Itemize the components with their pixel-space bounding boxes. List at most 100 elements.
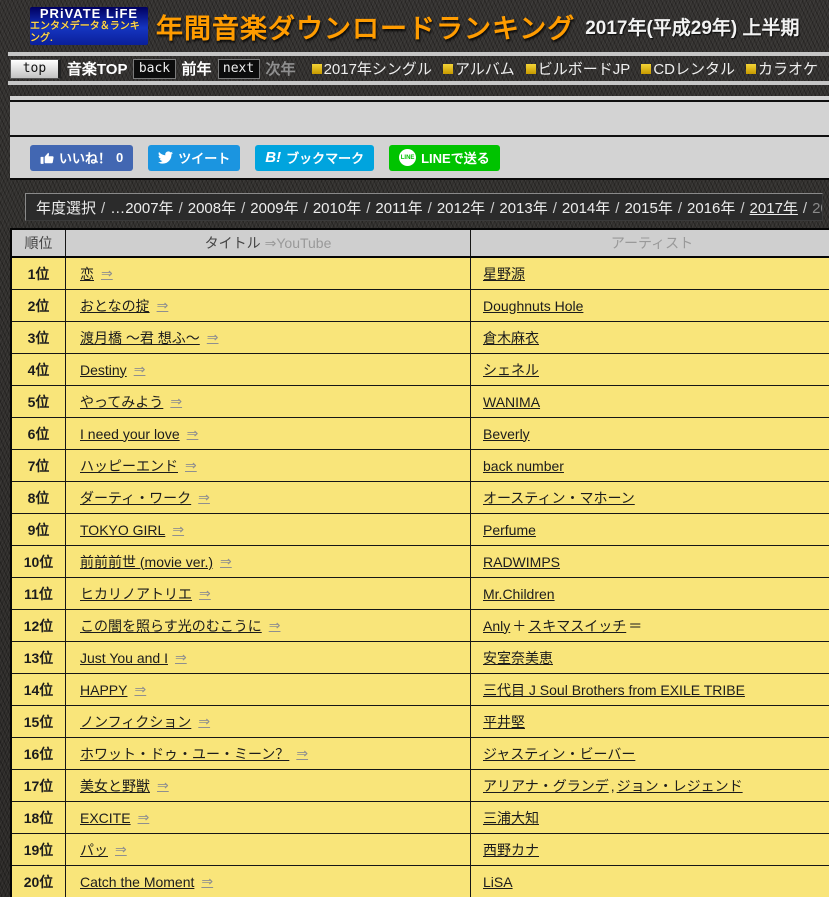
back-button[interactable]: back bbox=[133, 58, 176, 79]
youtube-arrow-link[interactable]: ⇒ bbox=[115, 841, 127, 858]
title-link[interactable]: Catch the Moment bbox=[80, 874, 194, 890]
title-link[interactable]: 恋 bbox=[80, 264, 94, 284]
artist-link[interactable]: LiSA bbox=[483, 874, 513, 890]
artist-link[interactable]: WANIMA bbox=[483, 394, 540, 410]
nav-link-3[interactable]: CDレンタル bbox=[641, 58, 735, 79]
youtube-arrow-link[interactable]: ⇒ bbox=[201, 873, 213, 890]
artist-link[interactable]: 倉木麻衣 bbox=[483, 328, 539, 348]
content-panel: いいね！ 0 ツイート B! ブックマーク LINE LINEで送る bbox=[10, 96, 829, 180]
artist-link[interactable]: Doughnuts Hole bbox=[483, 298, 583, 314]
nav-link-2[interactable]: ビルボードJP bbox=[525, 58, 630, 79]
artist-link[interactable]: 平井堅 bbox=[483, 712, 525, 732]
site-logo[interactable]: PRiVATE LiFE エンタメデータ＆ランキング. bbox=[30, 7, 148, 45]
title-link[interactable]: EXCITE bbox=[80, 810, 131, 826]
artist-cell: 平井堅 bbox=[471, 706, 829, 737]
title-link[interactable]: やってみよう bbox=[80, 392, 163, 412]
music-top-link[interactable]: 音楽TOP bbox=[67, 58, 128, 79]
artist-link[interactable]: オースティン・マホーン bbox=[483, 488, 635, 508]
year-link-10[interactable]: 2017年 bbox=[750, 200, 798, 217]
youtube-arrow-link[interactable]: ⇒ bbox=[185, 457, 197, 474]
title-link[interactable]: Just You and I bbox=[80, 650, 168, 666]
title-link[interactable]: ダーティ・ワーク bbox=[80, 488, 191, 508]
youtube-arrow-link[interactable]: ⇒ bbox=[269, 617, 281, 634]
artist-cell: 安室奈美恵 bbox=[471, 642, 829, 673]
artist-link[interactable]: Beverly bbox=[483, 426, 530, 442]
title-link[interactable]: ヒカリノアトリエ bbox=[80, 584, 192, 604]
youtube-arrow-link[interactable]: ⇒ bbox=[134, 361, 146, 378]
rank-cell: 18位 bbox=[12, 802, 66, 833]
line-share-button[interactable]: LINE LINEで送る bbox=[389, 144, 500, 171]
youtube-arrow-link[interactable]: ⇒ bbox=[187, 425, 199, 442]
year-link-4[interactable]: 2011年 bbox=[375, 200, 422, 217]
artist-link[interactable]: Mr.Children bbox=[483, 586, 555, 602]
title-link[interactable]: 前前前世 (movie ver.) bbox=[80, 552, 213, 572]
nav-link-4[interactable]: カラオケ bbox=[745, 58, 818, 79]
hatena-bookmark-button[interactable]: B! ブックマーク bbox=[255, 144, 375, 171]
facebook-like-button[interactable]: いいね！ 0 bbox=[30, 144, 134, 171]
artist-link[interactable]: スキマスイッチ bbox=[528, 616, 626, 636]
title-link[interactable]: ハッピーエンド bbox=[80, 456, 178, 476]
title-link[interactable]: 渡月橋 〜君 想ふ〜 bbox=[80, 328, 200, 348]
year-link-5[interactable]: 2012年 bbox=[437, 200, 485, 217]
artist-link[interactable]: 安室奈美恵 bbox=[483, 648, 553, 668]
youtube-arrow-link[interactable]: ⇒ bbox=[138, 809, 150, 826]
artist-link[interactable]: 西野カナ bbox=[483, 840, 539, 860]
youtube-arrow-link[interactable]: ⇒ bbox=[199, 585, 211, 602]
youtube-arrow-link[interactable]: ⇒ bbox=[207, 329, 219, 346]
youtube-arrow-link[interactable]: ⇒ bbox=[220, 553, 232, 570]
year-link-7[interactable]: 2014年 bbox=[562, 200, 610, 217]
youtube-arrow-link[interactable]: ⇒ bbox=[170, 393, 182, 410]
artist-link[interactable]: 三代目 J Soul Brothers from EXILE TRIBE bbox=[483, 680, 745, 700]
youtube-arrow-link[interactable]: ⇒ bbox=[172, 521, 184, 538]
youtube-arrow-link[interactable]: ⇒ bbox=[198, 713, 210, 730]
youtube-arrow-link[interactable]: ⇒ bbox=[175, 649, 187, 666]
year-link-1[interactable]: 2008年 bbox=[188, 200, 236, 217]
title-link[interactable]: TOKYO GIRL bbox=[80, 522, 165, 538]
artist-link[interactable]: ジョン・レジェンド bbox=[617, 776, 743, 796]
artist-link[interactable]: シェネル bbox=[483, 360, 539, 380]
title-link[interactable]: 美女と野獣 bbox=[80, 776, 150, 796]
youtube-arrow-link[interactable]: ⇒ bbox=[198, 489, 210, 506]
artist-link[interactable]: 三浦大知 bbox=[483, 808, 539, 828]
year-link-0[interactable]: …2007年 bbox=[110, 200, 173, 217]
year-separator: / bbox=[677, 199, 682, 217]
title-link[interactable]: Destiny bbox=[80, 362, 127, 378]
title-link[interactable]: この闇を照らす光のむこうに bbox=[80, 616, 262, 636]
year-link-8[interactable]: 2015年 bbox=[624, 200, 672, 217]
title-link[interactable]: I need your love bbox=[80, 426, 180, 442]
artist-link[interactable]: Perfume bbox=[483, 522, 536, 538]
title-link[interactable]: HAPPY bbox=[80, 682, 127, 698]
table-row: 9位 TOKYO GIRL ⇒ Perfume bbox=[12, 514, 829, 546]
title-link[interactable]: おとなの掟 bbox=[80, 296, 150, 316]
year-link-9[interactable]: 2016年 bbox=[687, 200, 735, 217]
year-link-6[interactable]: 2013年 bbox=[499, 200, 547, 217]
artist-cell: Mr.Children bbox=[471, 578, 829, 609]
title-link[interactable]: ノンフィクション bbox=[80, 712, 191, 732]
artist-link[interactable]: RADWIMPS bbox=[483, 554, 560, 570]
artist-link[interactable]: back number bbox=[483, 458, 564, 474]
artist-link[interactable]: Anly bbox=[483, 618, 510, 634]
next-button[interactable]: next bbox=[217, 58, 260, 79]
rank-cell: 12位 bbox=[12, 610, 66, 641]
artist-link[interactable]: ジャスティン・ビーバー bbox=[483, 744, 635, 764]
youtube-arrow-link[interactable]: ⇒ bbox=[296, 745, 308, 762]
nav-link-1[interactable]: アルバム bbox=[442, 58, 515, 79]
youtube-arrow-link[interactable]: ⇒ bbox=[134, 681, 146, 698]
title-link[interactable]: ホワット・ドゥ・ユー・ミーン？ bbox=[80, 744, 289, 764]
youtube-arrow-link[interactable]: ⇒ bbox=[101, 265, 113, 282]
artist-link[interactable]: 星野源 bbox=[483, 264, 525, 284]
title-link[interactable]: パッ bbox=[80, 840, 108, 860]
tweet-button[interactable]: ツイート bbox=[148, 144, 241, 171]
year-link-2[interactable]: 2009年 bbox=[250, 200, 298, 217]
title-cell: ホワット・ドゥ・ユー・ミーン？ ⇒ bbox=[66, 738, 471, 769]
rank-cell: 17位 bbox=[12, 770, 66, 801]
youtube-arrow-link[interactable]: ⇒ bbox=[157, 297, 169, 314]
prev-year-link[interactable]: 前年 bbox=[182, 58, 212, 79]
nav-link-0[interactable]: 2017年シングル bbox=[311, 58, 432, 79]
title-cell: Catch the Moment ⇒ bbox=[66, 866, 471, 897]
youtube-arrow-link[interactable]: ⇒ bbox=[157, 777, 169, 794]
year-link-3[interactable]: 2010年 bbox=[313, 200, 361, 217]
top-button[interactable]: top bbox=[10, 58, 61, 79]
artist-link[interactable]: アリアナ・グランデ bbox=[483, 776, 609, 796]
artist-cell: 倉木麻衣 bbox=[471, 322, 829, 353]
